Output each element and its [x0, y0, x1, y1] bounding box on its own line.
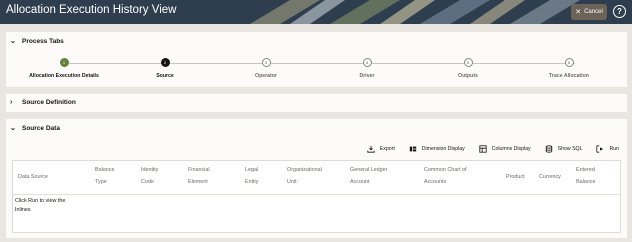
step-indicator: 4	[362, 58, 372, 67]
run-button[interactable]: Run	[596, 145, 619, 153]
export-label: Export	[379, 146, 395, 152]
database-icon	[545, 145, 552, 153]
process-tabs-panel: ⌄ Process Tabs 1 Allocation Execution De…	[6, 32, 627, 87]
chevron-down-icon: ⌄	[10, 125, 16, 132]
source-data-header[interactable]: ⌄ Source Data	[10, 124, 60, 133]
step-indicator: 3	[261, 58, 271, 67]
chevron-down-icon: ⌄	[10, 38, 16, 45]
source-data-panel: ⌄ Source Data Export Dimension Display C…	[6, 119, 627, 238]
source-definition-header[interactable]: › Source Definition	[10, 99, 76, 106]
step-label: Allocation Execution Details	[29, 73, 99, 79]
step-label: Outputs	[458, 73, 478, 79]
source-data-title: Source Data	[22, 124, 60, 132]
step-indicator: 6	[564, 58, 574, 67]
column-header-financial-element[interactable]: Financial Element	[188, 164, 210, 188]
step-driver[interactable]: 4 Driver	[322, 58, 412, 79]
column-header-identity-code[interactable]: Identity Code	[141, 164, 158, 188]
dimension-display-label: Dimension Display	[421, 146, 465, 152]
process-tabs-header[interactable]: ⌄ Process Tabs	[10, 37, 64, 46]
column-header-legal-entity[interactable]: Legal Entity	[245, 164, 258, 188]
source-definition-title: Source Definition	[22, 99, 76, 106]
step-trace-allocation[interactable]: 6 Trace Allocation	[524, 58, 614, 79]
column-header-data-source[interactable]: Data Source	[18, 171, 48, 183]
app-header: Allocation Execution History View ✕ Canc…	[0, 0, 632, 24]
run-label: Run	[609, 146, 619, 152]
source-definition-panel: › Source Definition	[6, 94, 627, 112]
step-label: Operator	[255, 73, 277, 79]
step-indicator: 1	[59, 58, 69, 67]
column-header-general-ledger-account[interactable]: General Ledger Account	[350, 164, 387, 188]
column-header-product[interactable]: Product	[506, 171, 525, 183]
source-data-toolbar: Export Dimension Display Columns Display…	[367, 145, 619, 153]
column-header-organizational-unit[interactable]: Organizational Unit	[287, 164, 322, 188]
step-label: Source	[156, 73, 174, 79]
chevron-right-icon: ›	[10, 99, 13, 106]
show-sql-button[interactable]: Show SQL	[545, 145, 583, 153]
column-header-common-chart-of-accounts[interactable]: Common Chart of Accounts	[424, 164, 467, 188]
columns-icon	[479, 145, 487, 153]
step-label: Trace Allocation	[549, 73, 589, 79]
column-header-balance-type[interactable]: Balance Type	[95, 164, 114, 188]
process-stepper: 1 Allocation Execution Details 2 Source …	[6, 54, 627, 84]
columns-display-button[interactable]: Columns Display	[479, 145, 531, 153]
columns-display-label: Columns Display	[491, 146, 531, 152]
download-icon	[367, 145, 375, 153]
empty-table-message: Click Run to view the Inlines	[15, 198, 66, 213]
show-sql-label: Show SQL	[557, 146, 583, 152]
cancel-label: Cancel	[584, 9, 603, 15]
column-header-currency[interactable]: Currency	[539, 171, 561, 183]
step-label: Driver	[359, 73, 375, 79]
step-indicator: 5	[463, 58, 473, 67]
header-decoration	[250, 0, 580, 24]
help-icon[interactable]: ?	[613, 5, 626, 18]
step-outputs[interactable]: 5 Outputs	[423, 58, 513, 79]
run-icon	[596, 145, 604, 153]
step-indicator: 2	[160, 58, 170, 67]
dimension-icon	[409, 146, 416, 152]
table-header: Data Source Balance Type Identity Code Fin…	[13, 161, 620, 195]
source-data-table: Data Source Balance Type Identity Code Fin…	[12, 160, 621, 233]
step-allocation-execution-details[interactable]: 1 Allocation Execution Details	[19, 58, 109, 79]
dimension-display-button[interactable]: Dimension Display	[409, 145, 465, 153]
column-header-entered-balance[interactable]: Entered Balance	[576, 164, 595, 188]
step-operator[interactable]: 3 Operator	[221, 58, 311, 79]
cancel-button[interactable]: ✕ Cancel	[571, 4, 607, 20]
export-button[interactable]: Export	[367, 145, 395, 153]
process-tabs-title: Process Tabs	[22, 37, 64, 45]
step-source[interactable]: 2 Source	[120, 58, 210, 79]
page-title: Allocation Execution History View	[6, 4, 177, 16]
close-icon: ✕	[575, 9, 582, 16]
